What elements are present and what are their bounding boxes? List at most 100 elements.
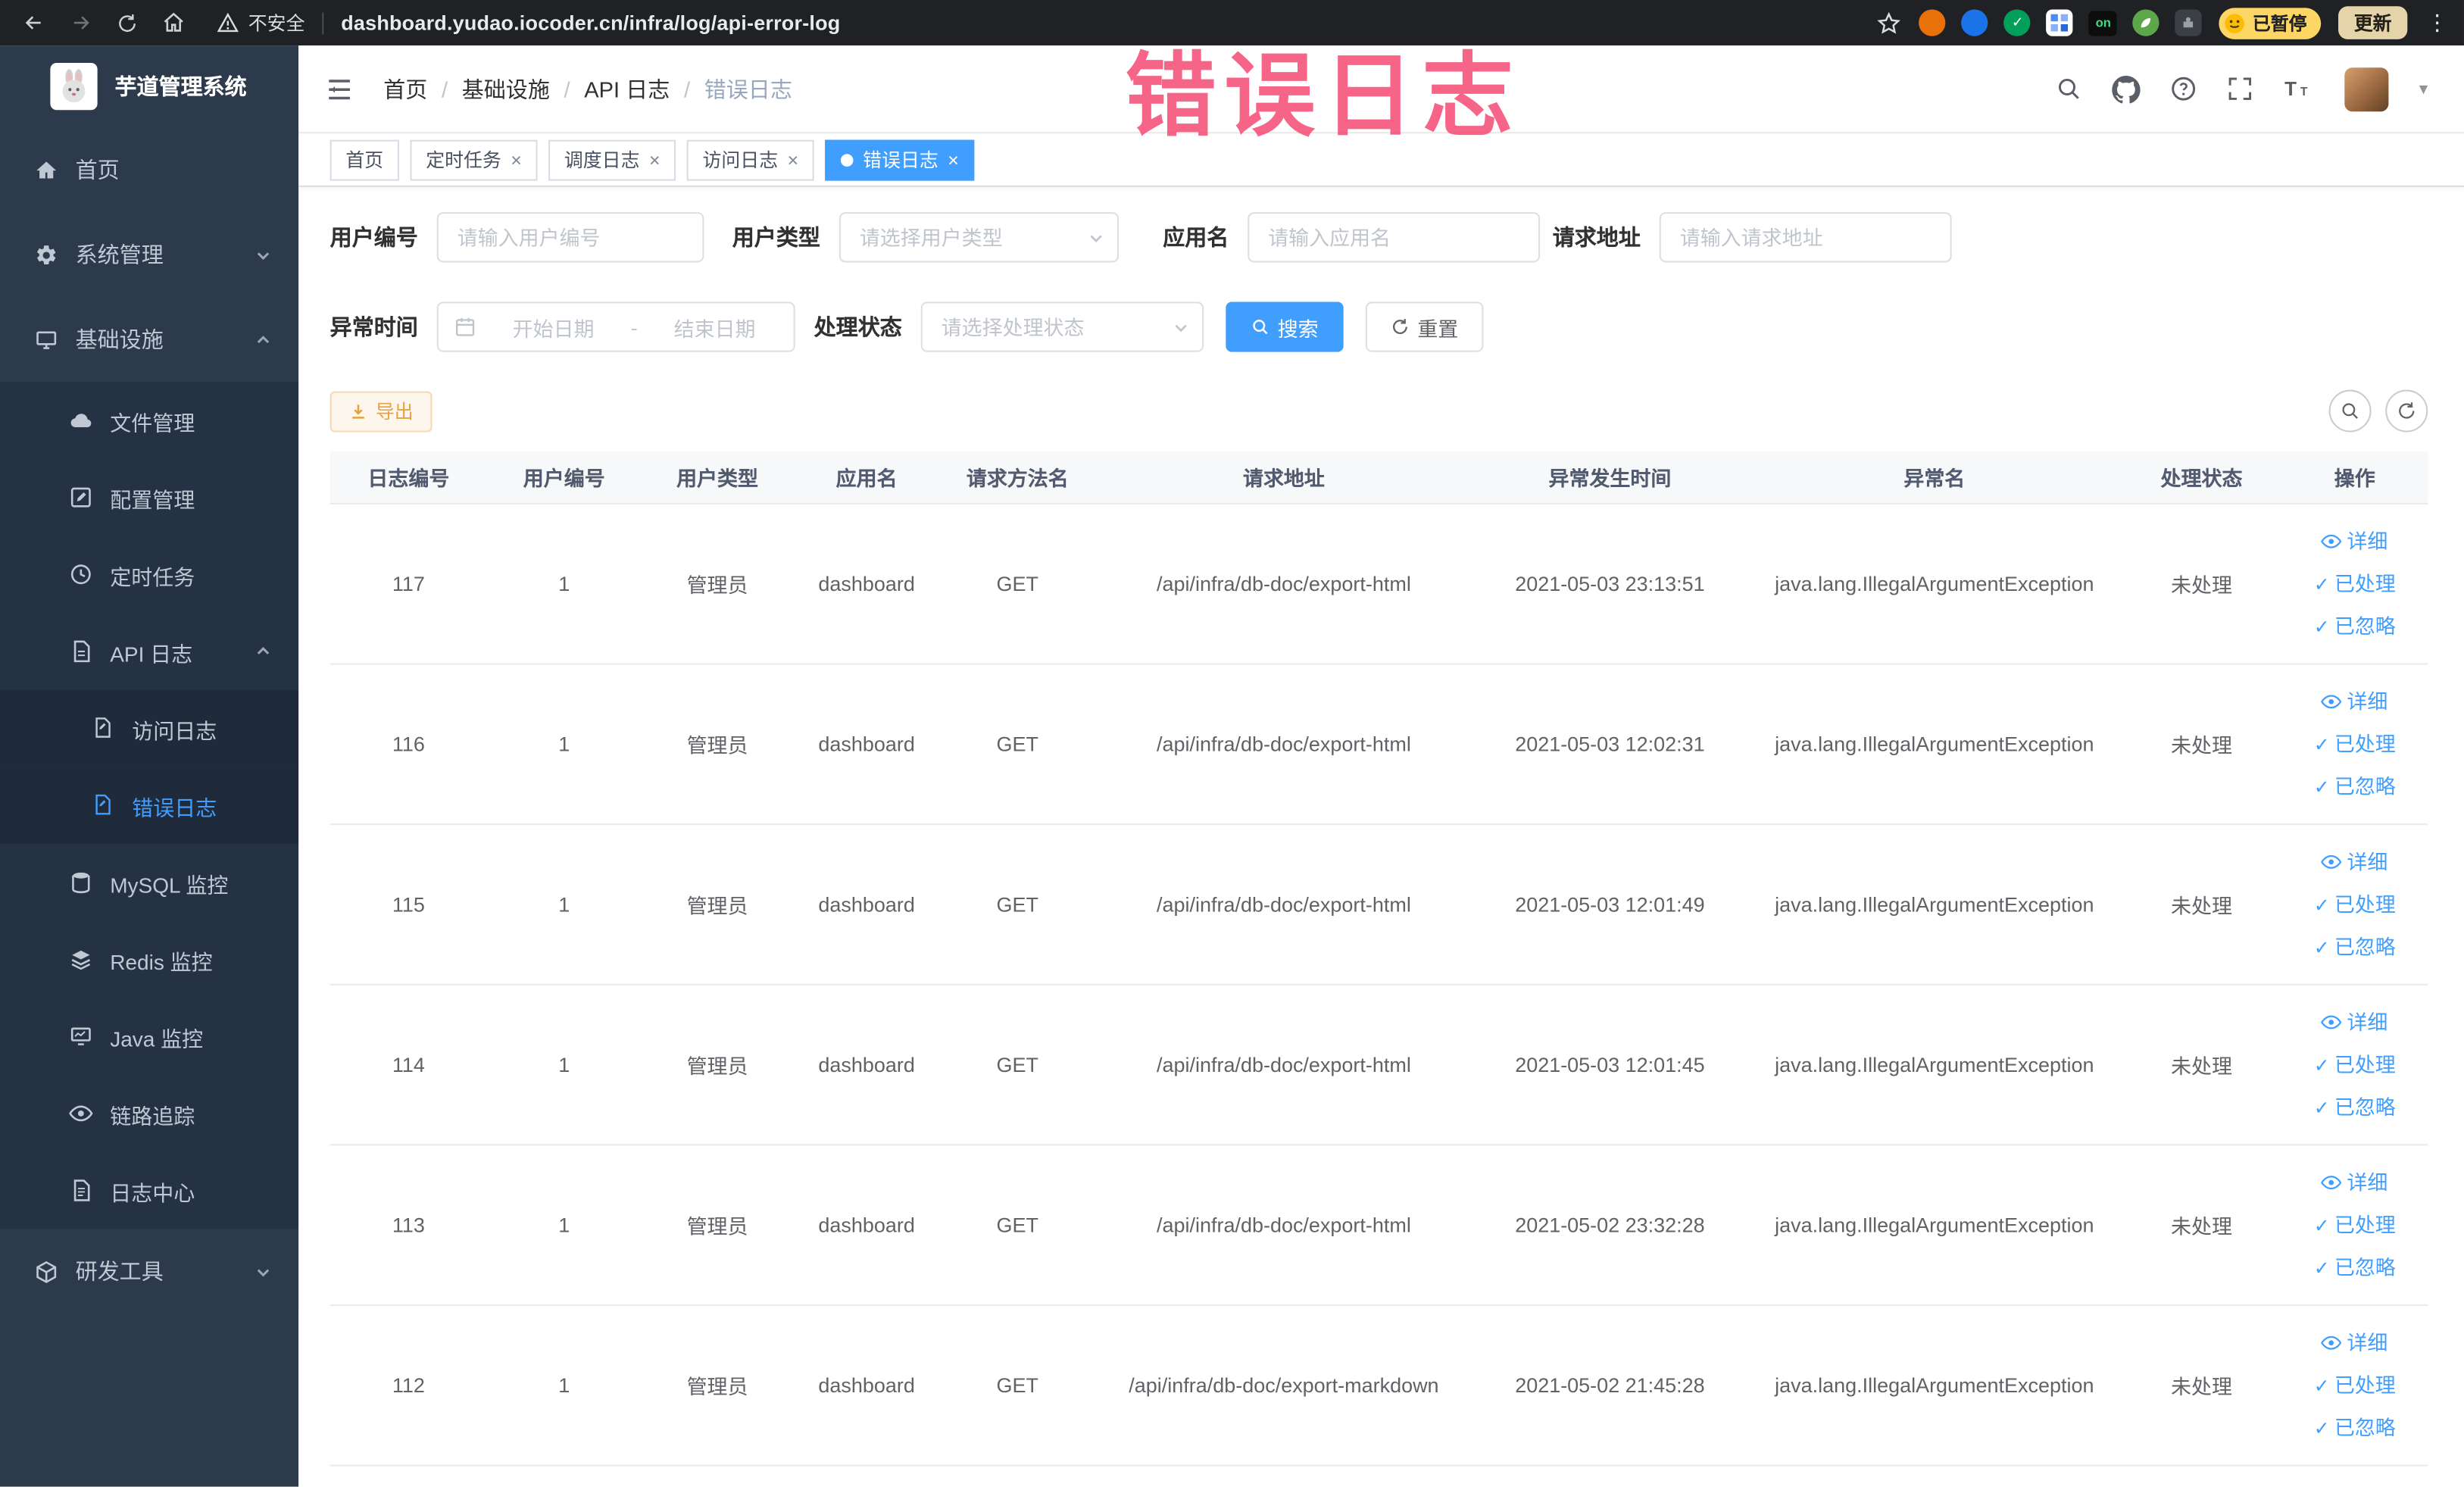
extension-blue-icon[interactable] <box>1962 9 1989 36</box>
url-text[interactable]: dashboard.yudao.iocoder.cn/infra/log/api… <box>341 11 840 35</box>
action-detail[interactable]: 详细 <box>2322 1166 2387 1199</box>
search-button[interactable]: 搜索 <box>1226 301 1344 352</box>
tab-home[interactable]: 首页 <box>329 139 399 180</box>
tab-access-logs[interactable]: 访问日志 × <box>686 139 814 180</box>
sidebar-item-error-logs[interactable]: 错误日志 <box>0 767 299 845</box>
sidebar-item-scheduled-tasks[interactable]: 定时任务 <box>0 536 299 614</box>
column-header: 异常名 <box>1903 467 1966 491</box>
process-status-select-input[interactable] <box>920 301 1204 352</box>
status-badge: 未处理 <box>2171 894 2232 918</box>
request-url-input[interactable] <box>1659 212 1952 263</box>
caret-down-icon[interactable]: ▾ <box>2419 79 2428 99</box>
close-icon[interactable]: × <box>511 150 522 169</box>
sidebar-item-dev-tools[interactable]: 研发工具 <box>0 1229 299 1314</box>
back-icon[interactable] <box>22 11 45 35</box>
tab-dispatch-logs[interactable]: 调度日志 × <box>548 139 676 180</box>
action-ignored[interactable]: ✓ 已忽略 <box>2314 1251 2396 1284</box>
column-header: 用户类型 <box>676 467 758 491</box>
extension-grid-icon[interactable] <box>2047 9 2074 36</box>
action-processed[interactable]: ✓ 已处理 <box>2314 728 2396 761</box>
security-indicator[interactable]: 不安全 <box>217 9 305 36</box>
action-detail[interactable]: 详细 <box>2322 1326 2387 1360</box>
export-button[interactable]: 导出 <box>329 390 433 432</box>
sidebar-item-infrastructure[interactable]: 基础设施 <box>0 297 299 383</box>
action-ignored[interactable]: ✓ 已忽略 <box>2314 770 2396 804</box>
extension-icons: ✓ on <box>1919 9 2203 36</box>
action-processed[interactable]: ✓ 已处理 <box>2314 1369 2396 1402</box>
font-size-icon[interactable]: TT <box>2284 76 2315 102</box>
extension-leaf-icon[interactable] <box>2133 9 2160 36</box>
update-button[interactable]: 更新 <box>2338 6 2408 39</box>
action-processed[interactable]: ✓ 已处理 <box>2314 1048 2396 1082</box>
breadcrumb-item[interactable]: API 日志 <box>584 73 670 104</box>
extension-orange-icon[interactable] <box>1919 9 1947 36</box>
sidebar-item-log-center[interactable]: 日志中心 <box>0 1151 299 1229</box>
github-icon[interactable] <box>2113 75 2141 103</box>
fullscreen-icon[interactable] <box>2228 76 2254 102</box>
sidebar-item-home[interactable]: 首页 <box>0 127 299 213</box>
sidebar-item-system[interactable]: 系统管理 <box>0 212 299 298</box>
action-detail[interactable]: 详细 <box>2322 686 2387 719</box>
process-status-select[interactable] <box>920 301 1204 352</box>
action-detail[interactable]: 详细 <box>2322 525 2387 558</box>
sidebar-item-tracing[interactable]: 链路追踪 <box>0 1075 299 1152</box>
check-icon: ✓ <box>2313 1256 2330 1279</box>
toggle-search-button[interactable] <box>2328 389 2372 433</box>
reset-button[interactable]: 重置 <box>1365 301 1484 352</box>
refresh-table-button[interactable] <box>2385 389 2428 433</box>
check-icon: ✓ <box>2313 733 2330 755</box>
sidebar-item-file-management[interactable]: 文件管理 <box>0 382 299 459</box>
active-dot <box>841 153 854 166</box>
help-icon[interactable] <box>2171 76 2197 102</box>
user-type-select[interactable] <box>839 212 1120 263</box>
sidebar-item-label: 基础设施 <box>75 326 164 352</box>
action-processed[interactable]: ✓ 已处理 <box>2314 567 2396 601</box>
action-ignored[interactable]: ✓ 已忽略 <box>2314 930 2396 964</box>
svg-text:T: T <box>2285 79 2297 100</box>
browser-menu-icon[interactable]: ⋮ <box>2426 9 2448 36</box>
sidebar-item-access-logs[interactable]: 访问日志 <box>0 689 299 767</box>
action-detail[interactable]: 详细 <box>2322 1006 2387 1039</box>
close-icon[interactable]: × <box>649 150 661 169</box>
tab-scheduled-tasks[interactable]: 定时任务 × <box>410 139 538 180</box>
sidebar-item-config-management[interactable]: 配置管理 <box>0 458 299 536</box>
eye-icon <box>69 1101 93 1125</box>
sidebar-collapse-icon[interactable] <box>323 73 354 104</box>
action-detail[interactable]: 详细 <box>2322 845 2387 879</box>
sidebar-item-label: 错误日志 <box>132 795 217 820</box>
reload-icon[interactable] <box>117 12 139 34</box>
breadcrumb-item[interactable]: 首页 <box>383 73 427 104</box>
sidebar-item-java-monitor[interactable]: Java 监控 <box>0 998 299 1076</box>
paused-badge[interactable]: 已暂停 <box>2219 7 2322 39</box>
table-row: 113 1 管理员 dashboard GET /api/infra/db-do… <box>329 1145 2428 1306</box>
search-icon[interactable] <box>2056 76 2083 102</box>
user-type-select-input[interactable] <box>839 212 1120 263</box>
breadcrumb-item[interactable]: 基础设施 <box>462 73 550 104</box>
user-id-input[interactable] <box>436 212 704 263</box>
home-browser-icon[interactable] <box>162 11 186 35</box>
action-ignored[interactable]: ✓ 已忽略 <box>2314 1411 2396 1445</box>
forward-icon[interactable] <box>69 11 92 35</box>
sidebar-item-api-logs[interactable]: API 日志 <box>0 613 299 690</box>
database-icon <box>69 870 92 894</box>
app-name-input[interactable] <box>1248 212 1541 263</box>
tab-error-logs[interactable]: 错误日志 × <box>825 139 975 180</box>
sidebar-item-redis-monitor[interactable]: Redis 监控 <box>0 920 299 998</box>
app-logo[interactable]: 芋道管理系统 <box>0 45 298 127</box>
user-avatar[interactable] <box>2345 67 2390 111</box>
close-icon[interactable]: × <box>788 150 799 169</box>
extension-on-badge[interactable]: on <box>2089 10 2118 36</box>
breadcrumb-separator: / <box>441 76 448 102</box>
action-ignored[interactable]: ✓ 已忽略 <box>2314 610 2396 643</box>
warning-icon <box>217 12 239 33</box>
sidebar-item-mysql-monitor[interactable]: MySQL 监控 <box>0 844 299 921</box>
extension-puzzle-icon[interactable] <box>2175 9 2203 36</box>
action-processed[interactable]: ✓ 已处理 <box>2314 1208 2396 1242</box>
close-icon[interactable]: × <box>948 150 959 169</box>
action-processed[interactable]: ✓ 已处理 <box>2314 888 2396 921</box>
extension-green-check-icon[interactable]: ✓ <box>2004 9 2031 36</box>
action-ignored[interactable]: ✓ 已忽略 <box>2314 1091 2396 1124</box>
star-bookmark-icon[interactable] <box>1877 10 1902 35</box>
check-icon: ✓ <box>2313 1374 2330 1397</box>
date-range-picker[interactable]: 开始日期 - 结束日期 <box>436 301 795 352</box>
